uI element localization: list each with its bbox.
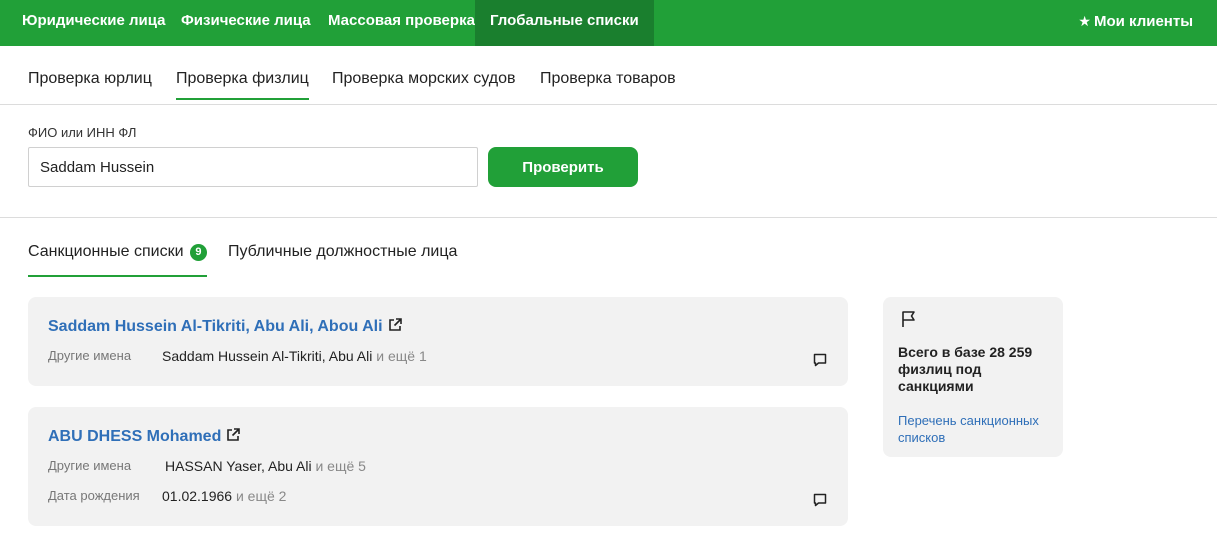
divider — [0, 217, 1217, 218]
comment-icon[interactable] — [812, 492, 828, 508]
topnav-legal-entities[interactable]: Юридические лица — [22, 0, 166, 46]
search-field-label: ФИО или ИНН ФЛ — [28, 125, 137, 140]
search-input[interactable] — [28, 147, 478, 187]
external-link-icon — [388, 318, 402, 331]
dob-value: 01.02.1966 и ещё 2 — [162, 488, 286, 504]
tab-check-vessels[interactable]: Проверка морских судов — [332, 70, 516, 88]
other-names-label: Другие имена — [48, 348, 132, 363]
result-card: ABU DHESS Mohamed Другие имена HASSAN Ya… — [28, 407, 848, 526]
topnav-individuals[interactable]: Физические лица — [181, 0, 311, 46]
my-clients-link[interactable]: ★ Мои клиенты — [1078, 0, 1193, 46]
dob-label: Дата рождения — [48, 488, 140, 503]
result-name-link[interactable]: Saddam Hussein Al-Tikriti, Abu Ali, Abou… — [48, 317, 403, 336]
sanctions-summary: Всего в базе 28 259 физлиц под санкциями — [898, 344, 1033, 394]
result-name-link[interactable]: ABU DHESS Mohamed — [48, 427, 241, 446]
my-clients-label: Мои клиенты — [1093, 13, 1193, 30]
topnav-mass-check[interactable]: Массовая проверка — [328, 0, 475, 46]
tab-check-goods[interactable]: Проверка товаров — [540, 70, 676, 88]
flag-icon — [902, 311, 915, 327]
check-type-tabs: Проверка юрлиц Проверка физлиц Проверка … — [0, 46, 1217, 105]
tab-sanctions-label: Санкционные списки — [28, 243, 184, 260]
other-names-more[interactable]: и ещё 5 — [315, 458, 365, 474]
other-names-text: HASSAN Yaser, Abu Ali — [165, 458, 312, 474]
sanctions-lists-link[interactable]: Перечень санкционных списков — [898, 412, 1048, 446]
topnav-global-lists[interactable]: Глобальные списки — [475, 0, 654, 46]
dob-more[interactable]: и ещё 2 — [236, 488, 286, 504]
star-icon: ★ — [1078, 13, 1091, 29]
count-badge: 9 — [189, 244, 207, 261]
result-card: Saddam Hussein Al-Tikriti, Abu Ali, Abou… — [28, 297, 848, 386]
dob-text: 01.02.1966 — [162, 488, 233, 504]
external-link-icon — [227, 428, 241, 441]
other-names-value: HASSAN Yaser, Abu Ali и ещё 5 — [165, 458, 366, 474]
tab-sanctions-lists[interactable]: Санкционные списки 9 — [28, 243, 207, 277]
other-names-text: Saddam Hussein Al-Tikriti, Abu Ali — [162, 348, 373, 364]
sanctions-info-card: Всего в базе 28 259 физлиц под санкциями… — [883, 297, 1063, 457]
comment-icon[interactable] — [812, 352, 828, 368]
other-names-more[interactable]: и ещё 1 — [376, 348, 426, 364]
tab-check-legal[interactable]: Проверка юрлиц — [28, 70, 152, 88]
tab-check-individuals[interactable]: Проверка физлиц — [176, 70, 309, 100]
result-name: ABU DHESS Mohamed — [48, 428, 222, 445]
top-navigation: Юридические лица Физические лица Массова… — [0, 0, 1217, 46]
check-button[interactable]: Проверить — [488, 147, 638, 187]
other-names-value: Saddam Hussein Al-Tikriti, Abu Ali и ещё… — [162, 348, 427, 364]
result-name: Saddam Hussein Al-Tikriti, Abu Ali, Abou… — [48, 318, 383, 335]
tab-pep[interactable]: Публичные должностные лица — [228, 243, 457, 261]
other-names-label: Другие имена — [48, 458, 132, 473]
